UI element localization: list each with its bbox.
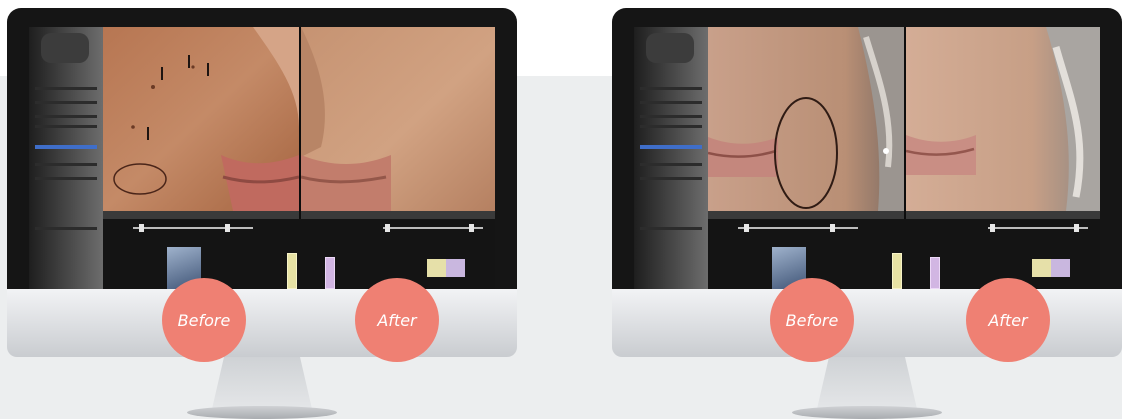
app-logo [646,33,694,63]
sidebar-item-selected[interactable] [35,145,97,149]
monitor-screen [29,27,495,303]
monitor-right: Before After [612,8,1122,419]
level-bar-yellow [892,253,902,289]
monitor-screen [634,27,1100,303]
sidebar-item-selected[interactable] [640,145,702,149]
before-photo [708,27,904,211]
after-photo [906,27,1100,211]
before-badge: Before [770,278,854,362]
monitor-left: Before After [7,8,517,419]
level-bar-yellow [287,253,297,289]
before-slider[interactable] [738,227,858,229]
level-bar-purple [325,257,335,289]
before-badge: Before [162,278,246,362]
after-badge: After [355,278,439,362]
after-slider[interactable] [383,227,483,229]
monitor-stand [212,357,312,409]
after-slider[interactable] [988,227,1088,229]
after-photo [301,27,495,211]
app-sidebar [29,27,103,303]
after-badge: After [966,278,1050,362]
app-logo [41,33,89,63]
monitor-bezel [7,8,517,328]
before-photo [103,27,299,211]
monitor-base [187,406,337,419]
color-swatch [1032,259,1070,277]
app-sidebar [634,27,708,303]
monitor-bezel [612,8,1122,328]
level-bar-purple [930,257,940,289]
monitor-chin [7,289,517,357]
color-swatch [427,259,465,277]
monitor-stand [817,357,917,409]
before-slider[interactable] [133,227,253,229]
monitor-base [792,406,942,419]
